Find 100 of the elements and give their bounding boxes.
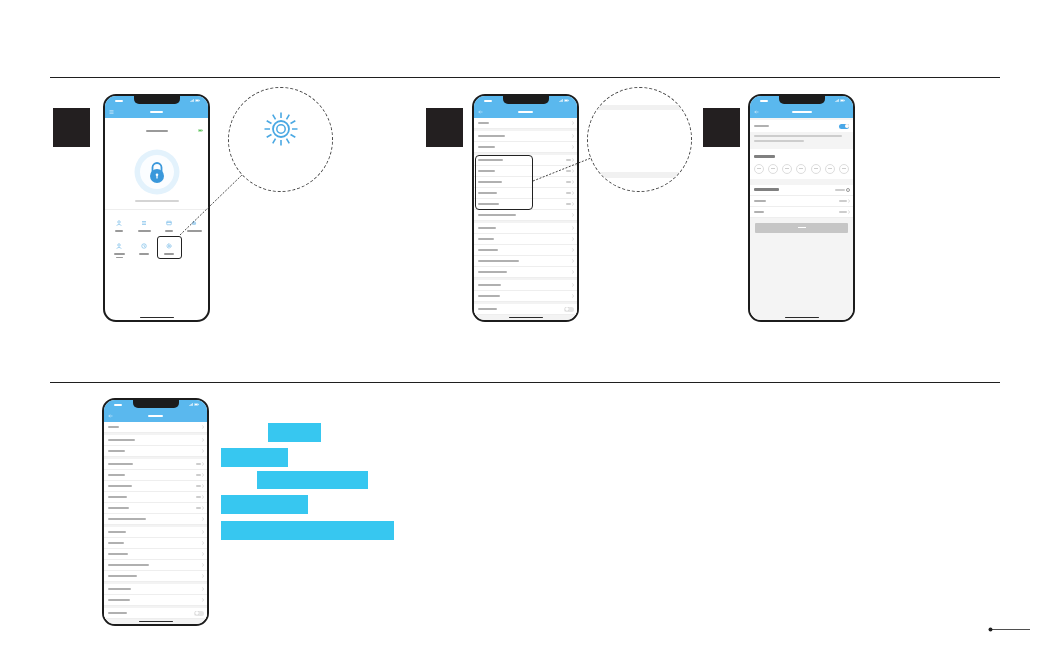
battery-icon [194, 403, 199, 406]
back-icon[interactable] [108, 413, 113, 418]
fingerprint-icon [191, 220, 197, 226]
text-line [195, 496, 201, 498]
text-line [478, 214, 516, 216]
text-line [108, 599, 130, 601]
text-line [108, 496, 127, 498]
text-line [108, 588, 131, 590]
text-line [484, 99, 492, 102]
text-line [565, 203, 571, 205]
day-button[interactable] [810, 163, 821, 174]
text-line [478, 295, 500, 297]
text-line [195, 485, 201, 487]
text-line [134, 200, 179, 202]
text-line [754, 210, 764, 213]
text-line [478, 159, 503, 161]
text-line [478, 260, 519, 262]
text-line [754, 140, 804, 142]
text-line [108, 531, 126, 533]
home-indicator [508, 316, 543, 318]
battery-icon [195, 99, 200, 102]
text-line [108, 450, 125, 452]
callout-line [532, 157, 592, 182]
day-button[interactable] [824, 163, 835, 174]
text-line [478, 192, 497, 194]
text-line [108, 485, 132, 487]
text-line [108, 463, 133, 465]
back-icon[interactable] [754, 109, 759, 114]
text-line [478, 284, 501, 286]
day-button[interactable] [754, 163, 764, 174]
text-line [139, 253, 149, 255]
text-line [108, 612, 127, 614]
text-line [838, 210, 847, 213]
person-icon [116, 220, 122, 226]
text-line [565, 181, 571, 183]
text-line [791, 110, 812, 113]
battery-icon [564, 99, 569, 102]
settings-row[interactable] [474, 166, 577, 177]
text-line [150, 110, 163, 113]
text-line [108, 474, 125, 476]
highlight-bar [268, 423, 321, 442]
text-line [108, 575, 137, 577]
text-line [186, 230, 202, 232]
text-line [108, 518, 146, 520]
text-line [478, 181, 502, 183]
text-line [565, 159, 571, 161]
text-line [195, 474, 201, 476]
text-line [195, 463, 201, 465]
settings-row[interactable] [474, 155, 577, 166]
signal-icon [190, 99, 194, 102]
list-icon [141, 220, 147, 226]
text-line [754, 155, 775, 158]
text-line [478, 308, 497, 310]
padlock-icon[interactable] [133, 149, 180, 195]
menu-icon[interactable] [109, 109, 114, 114]
home-indicator [784, 316, 819, 318]
text-line [148, 414, 163, 417]
toggle-switch[interactable] [839, 123, 849, 129]
day-button[interactable] [768, 163, 779, 174]
text-line [760, 99, 768, 102]
signal-icon [189, 403, 193, 406]
text-line [478, 238, 494, 240]
text-line [145, 129, 168, 132]
text-line [754, 125, 769, 127]
text-line [115, 99, 123, 102]
text-line [478, 227, 496, 229]
text-line [108, 564, 149, 566]
text-line [108, 507, 129, 509]
text-line [478, 135, 505, 137]
text-line [108, 426, 119, 428]
home-indicator [138, 620, 173, 622]
card-icon [166, 220, 172, 226]
text-line [565, 192, 571, 194]
signal-icon [835, 99, 839, 102]
text-line [754, 188, 779, 191]
text-line [754, 199, 766, 202]
battery-icon [198, 129, 203, 132]
text-line [108, 439, 135, 441]
day-button[interactable] [796, 163, 807, 174]
text-line [565, 170, 571, 172]
feature-button[interactable] [156, 236, 182, 259]
text-line [164, 253, 174, 255]
toggle-switch[interactable] [194, 610, 204, 616]
step-marker [53, 108, 90, 147]
day-button[interactable] [838, 163, 849, 174]
text-line [114, 403, 122, 406]
clock-icon [141, 243, 147, 249]
signal-icon [559, 99, 563, 102]
day-button[interactable] [782, 163, 793, 174]
text-line [478, 146, 495, 148]
step-marker [703, 108, 740, 147]
text-line [838, 199, 847, 202]
settings-row[interactable] [474, 199, 577, 210]
page-marker-icon [988, 627, 1030, 632]
text-line [165, 230, 173, 232]
toggle-switch[interactable] [564, 306, 574, 312]
text-line [518, 110, 533, 113]
back-icon[interactable] [478, 109, 483, 114]
text-line [478, 122, 489, 124]
highlight-bar [221, 448, 288, 467]
